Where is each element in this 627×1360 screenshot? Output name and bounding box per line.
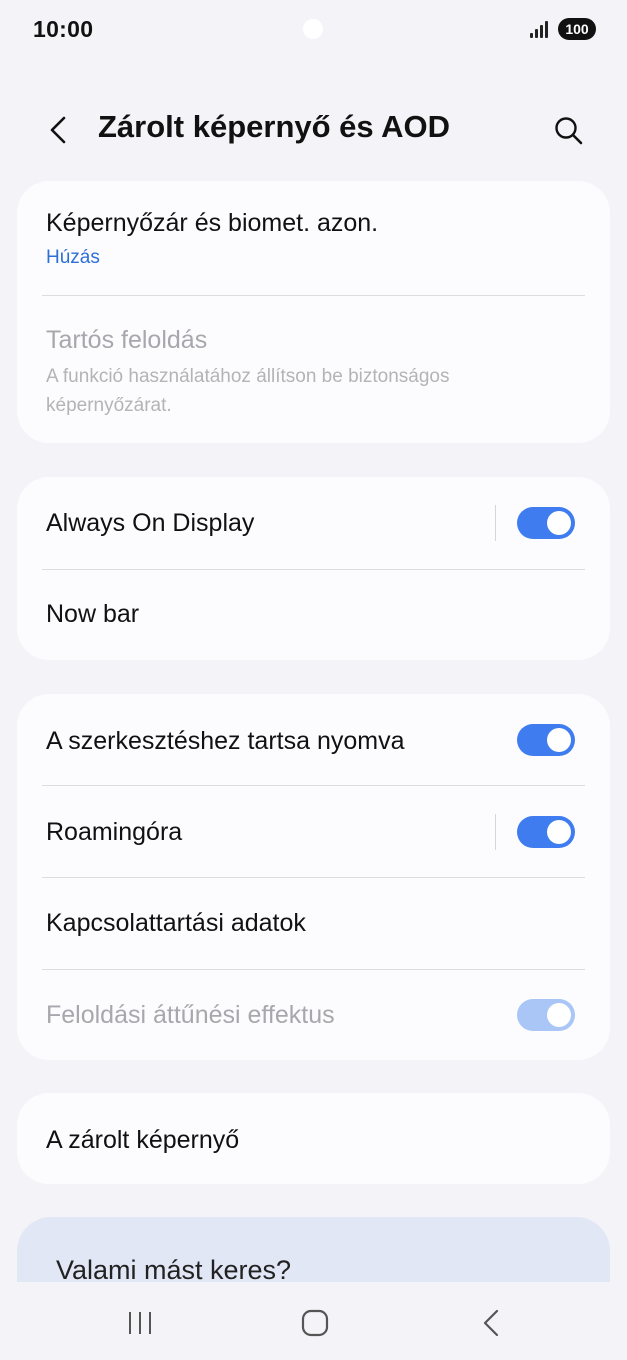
extend-unlock-description: A funkció használatához állítson be bizt… (46, 366, 450, 416)
vertical-separator (495, 814, 496, 850)
screen-lock-item[interactable]: Képernyőzár és biomet. azon. Húzás (17, 181, 610, 295)
screen-lock-value: Húzás (46, 247, 100, 268)
about-lock-screen-item[interactable]: A zárolt képernyő (17, 1093, 610, 1184)
unlock-fade-toggle (517, 999, 575, 1031)
contact-info-item[interactable]: Kapcsolattartási adatok (17, 878, 610, 969)
roaming-clock-title: Roamingóra (46, 818, 183, 846)
chevron-left-icon (50, 116, 66, 144)
extend-unlock-title: Tartós feloldás (46, 326, 208, 354)
recents-icon (129, 1312, 151, 1334)
signal-icon (530, 20, 550, 38)
screen-lock-title: Képernyőzár és biomet. azon. (46, 209, 379, 237)
header: Zárolt képernyő és AOD (0, 100, 627, 160)
back-nav-button[interactable] (460, 1302, 520, 1342)
about-card: A zárolt képernyő (17, 1093, 610, 1184)
contact-info-title: Kapcsolattartási adatok (46, 909, 306, 937)
back-button[interactable] (38, 108, 78, 152)
security-card: Képernyőzár és biomet. azon. Húzás Tartó… (17, 181, 610, 443)
display-card: Always On Display Now bar (17, 477, 610, 660)
recents-button[interactable] (110, 1302, 170, 1342)
extend-unlock-item: Tartós feloldás A funkció használatához … (17, 296, 610, 443)
back-icon (483, 1309, 499, 1337)
screen: 10:00 100 Zárolt képernyő és AOD Képerny… (0, 0, 627, 1360)
battery-icon: 100 (558, 18, 596, 40)
status-bar: 10:00 100 (0, 0, 627, 60)
roaming-clock-toggle[interactable] (517, 816, 575, 848)
edit-hold-toggle[interactable] (517, 724, 575, 756)
camera-cutout (303, 19, 323, 39)
aod-item[interactable]: Always On Display (17, 477, 610, 569)
home-button[interactable] (285, 1302, 345, 1342)
search-icon (555, 117, 583, 145)
vertical-separator (495, 505, 496, 541)
home-icon (301, 1309, 329, 1337)
aod-toggle[interactable] (517, 507, 575, 539)
about-lock-screen-title: A zárolt képernyő (46, 1126, 240, 1154)
edit-hold-title: A szerkesztéshez tartsa nyomva (46, 727, 405, 755)
status-time: 10:00 (33, 16, 94, 42)
unlock-fade-item: Feloldási áttűnési effektus (17, 970, 610, 1060)
options-card: A szerkesztéshez tartsa nyomva Roamingór… (17, 694, 610, 1060)
now-bar-item[interactable]: Now bar (17, 570, 610, 660)
now-bar-title: Now bar (46, 600, 140, 628)
search-button[interactable] (548, 108, 588, 152)
edit-hold-item[interactable]: A szerkesztéshez tartsa nyomva (17, 694, 610, 785)
navigation-bar (0, 1282, 627, 1360)
roaming-clock-item[interactable]: Roamingóra (17, 786, 610, 877)
aod-title: Always On Display (46, 509, 255, 537)
page-title: Zárolt képernyő és AOD (98, 109, 451, 144)
unlock-fade-title: Feloldási áttűnési effektus (46, 1001, 335, 1029)
